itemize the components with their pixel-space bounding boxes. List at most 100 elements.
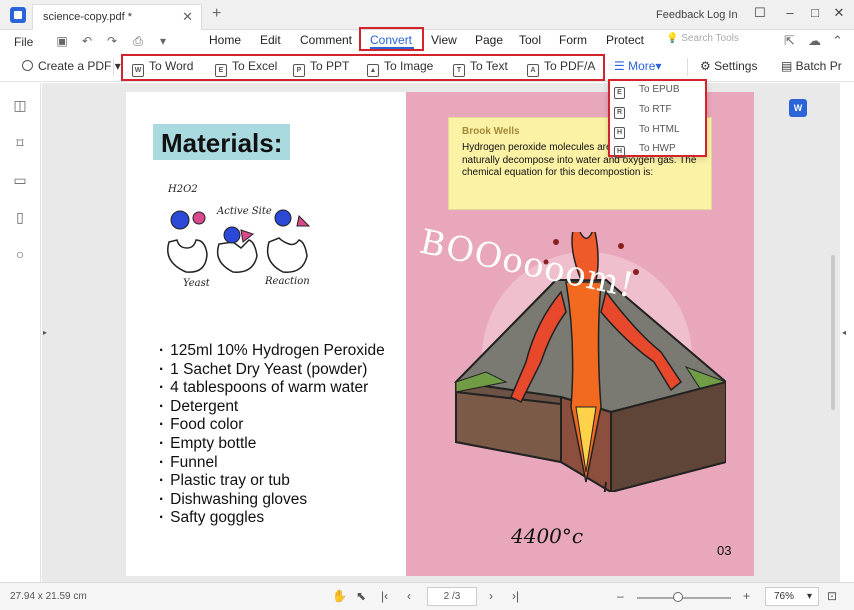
list-item: Funnel <box>159 454 385 473</box>
app-logo-icon <box>10 7 26 23</box>
bookmark-icon[interactable]: ⌑ <box>12 135 28 151</box>
batch-icon: ▤ <box>781 59 796 73</box>
reaction-label: Reaction <box>265 276 310 287</box>
convert-group-highlight <box>121 54 605 81</box>
list-item: Safty goggles <box>159 509 385 528</box>
toolbar-divider <box>113 58 114 76</box>
yeast-label: Yeast <box>183 278 210 289</box>
rtf-icon: R <box>614 107 625 119</box>
upload-icon[interactable]: ☁ <box>808 33 821 49</box>
login-link[interactable]: Log In <box>707 9 738 21</box>
to-rtf-label: To RTF <box>639 104 672 115</box>
batch-button[interactable]: ▤ Batch Pr <box>781 59 842 73</box>
vertical-scrollbar[interactable] <box>831 255 835 410</box>
hwp-icon: H <box>614 146 625 158</box>
create-pdf-button[interactable]: Create a PDF ▾ <box>22 59 121 73</box>
temperature-label: 4400°c <box>511 524 584 548</box>
list-item: Plastic tray or tub <box>159 472 385 491</box>
zoom-value: 76% <box>774 591 795 602</box>
plus-icon[interactable]: + <box>212 5 221 23</box>
batch-label: Batch Pr <box>795 59 842 73</box>
materials-list: 125ml 10% Hydrogen Peroxide 1 Sachet Dry… <box>159 342 385 528</box>
page-number-input[interactable]: 2 /3 <box>427 587 477 606</box>
hand-tool-icon[interactable]: ✋ <box>332 589 347 603</box>
search-tools-input[interactable]: 💡 Search Tools <box>666 33 739 44</box>
collapse-left-icon[interactable]: ▸ <box>43 328 47 337</box>
user-icon[interactable]: ☐ <box>752 5 768 21</box>
to-hwp-item[interactable]: H To HWP <box>614 143 676 158</box>
chevron-down-icon: ▾ <box>655 59 662 73</box>
next-page-icon[interactable]: › <box>489 589 493 603</box>
thumbnails-icon[interactable]: ◫ <box>12 97 28 113</box>
close-icon[interactable]: ✕ <box>182 9 193 25</box>
settings-button[interactable]: ⚙ Settings <box>700 59 757 73</box>
redo-icon[interactable]: ↷ <box>105 34 119 48</box>
menu-tool[interactable]: Tool <box>519 33 541 47</box>
menu-page[interactable]: Page <box>475 33 503 47</box>
share-icon[interactable]: ⇱ <box>784 33 795 49</box>
zoom-select[interactable]: 76% ▾ <box>765 587 819 606</box>
enzyme-sketch <box>167 209 311 273</box>
menu-form[interactable]: Form <box>559 33 587 47</box>
html-icon: H <box>614 127 625 139</box>
more-button[interactable]: ☰ More▾ <box>614 59 661 73</box>
list-item: 125ml 10% Hydrogen Peroxide <box>159 342 385 361</box>
comment-icon[interactable]: ▭ <box>12 172 28 188</box>
page-number: 03 <box>717 543 732 558</box>
menu-file[interactable]: File <box>14 35 33 49</box>
left-sidebar: ◫ ⌑ ▭ ▯ ○ <box>0 83 41 582</box>
dropdown-icon[interactable]: ▾ <box>156 34 170 48</box>
chevron-up-icon[interactable]: ⌃ <box>832 33 843 49</box>
select-tool-icon[interactable]: ⬉ <box>356 589 366 603</box>
hamburger-icon: ☰ <box>614 59 629 73</box>
zoom-in-icon[interactable]: + <box>743 589 750 603</box>
note-author: Brook Wells <box>462 126 520 137</box>
search-tools-placeholder: Search Tools <box>681 33 739 44</box>
first-page-icon[interactable]: |‹ <box>381 589 388 603</box>
page-size-label: 27.94 x 21.59 cm <box>10 591 87 602</box>
menu-comment[interactable]: Comment <box>300 33 352 47</box>
attachment-icon[interactable]: ▯ <box>12 209 28 225</box>
fit-page-icon[interactable]: ⊡ <box>827 589 837 603</box>
undo-icon[interactable]: ↶ <box>80 34 94 48</box>
collapse-right-icon[interactable]: ◂ <box>842 328 846 337</box>
print-icon[interactable]: ⎙ <box>131 34 145 48</box>
zoom-slider-handle[interactable] <box>673 592 683 602</box>
to-html-label: To HTML <box>639 124 680 135</box>
more-label: More <box>628 59 656 73</box>
last-page-icon[interactable]: ›| <box>512 589 519 603</box>
save-icon[interactable]: ▣ <box>55 34 69 48</box>
list-item: 1 Sachet Dry Yeast (powder) <box>159 361 385 380</box>
materials-title: Materials: <box>153 124 291 160</box>
list-item: Empty bottle <box>159 435 385 454</box>
window-close-icon[interactable]: ✕ <box>831 5 847 21</box>
convert-menu-highlight <box>359 27 424 51</box>
to-html-item[interactable]: H To HTML <box>614 124 680 139</box>
chevron-down-icon: ▾ <box>806 591 812 602</box>
document-tab[interactable]: science-copy.pdf * ✕ <box>32 4 202 30</box>
epub-icon: E <box>614 87 625 99</box>
zoom-out-icon[interactable]: – <box>617 589 624 603</box>
menu-protect[interactable]: Protect <box>606 33 644 47</box>
to-epub-label: To EPUB <box>639 84 680 95</box>
create-pdf-label: Create a PDF <box>38 59 112 73</box>
list-item: Food color <box>159 416 385 435</box>
feedback-link[interactable]: Feedback <box>656 9 704 21</box>
h2o2-label: H2O2 <box>168 184 198 195</box>
menu-home[interactable]: Home <box>209 33 241 47</box>
word-convert-icon[interactable]: W <box>789 99 807 117</box>
maximize-icon[interactable]: □ <box>807 5 823 20</box>
list-item: Dishwashing gloves <box>159 491 385 510</box>
to-epub-item[interactable]: E To EPUB <box>614 84 680 99</box>
to-hwp-label: To HWP <box>639 143 676 154</box>
menu-edit[interactable]: Edit <box>260 33 281 47</box>
status-bar: 27.94 x 21.59 cm ✋ ⬉ |‹ ‹ 2 /3 › ›| – + … <box>0 582 854 610</box>
settings-label: Settings <box>714 59 758 73</box>
search-icon[interactable]: ○ <box>12 246 28 262</box>
document-canvas: Materials: H2O2 Active Site Yeast Reacti… <box>42 83 840 582</box>
prev-page-icon[interactable]: ‹ <box>407 589 411 603</box>
minimize-icon[interactable]: – <box>782 5 798 20</box>
menu-view[interactable]: View <box>431 33 457 47</box>
to-rtf-item[interactable]: R To RTF <box>614 104 672 119</box>
zoom-slider-track[interactable] <box>637 597 731 599</box>
